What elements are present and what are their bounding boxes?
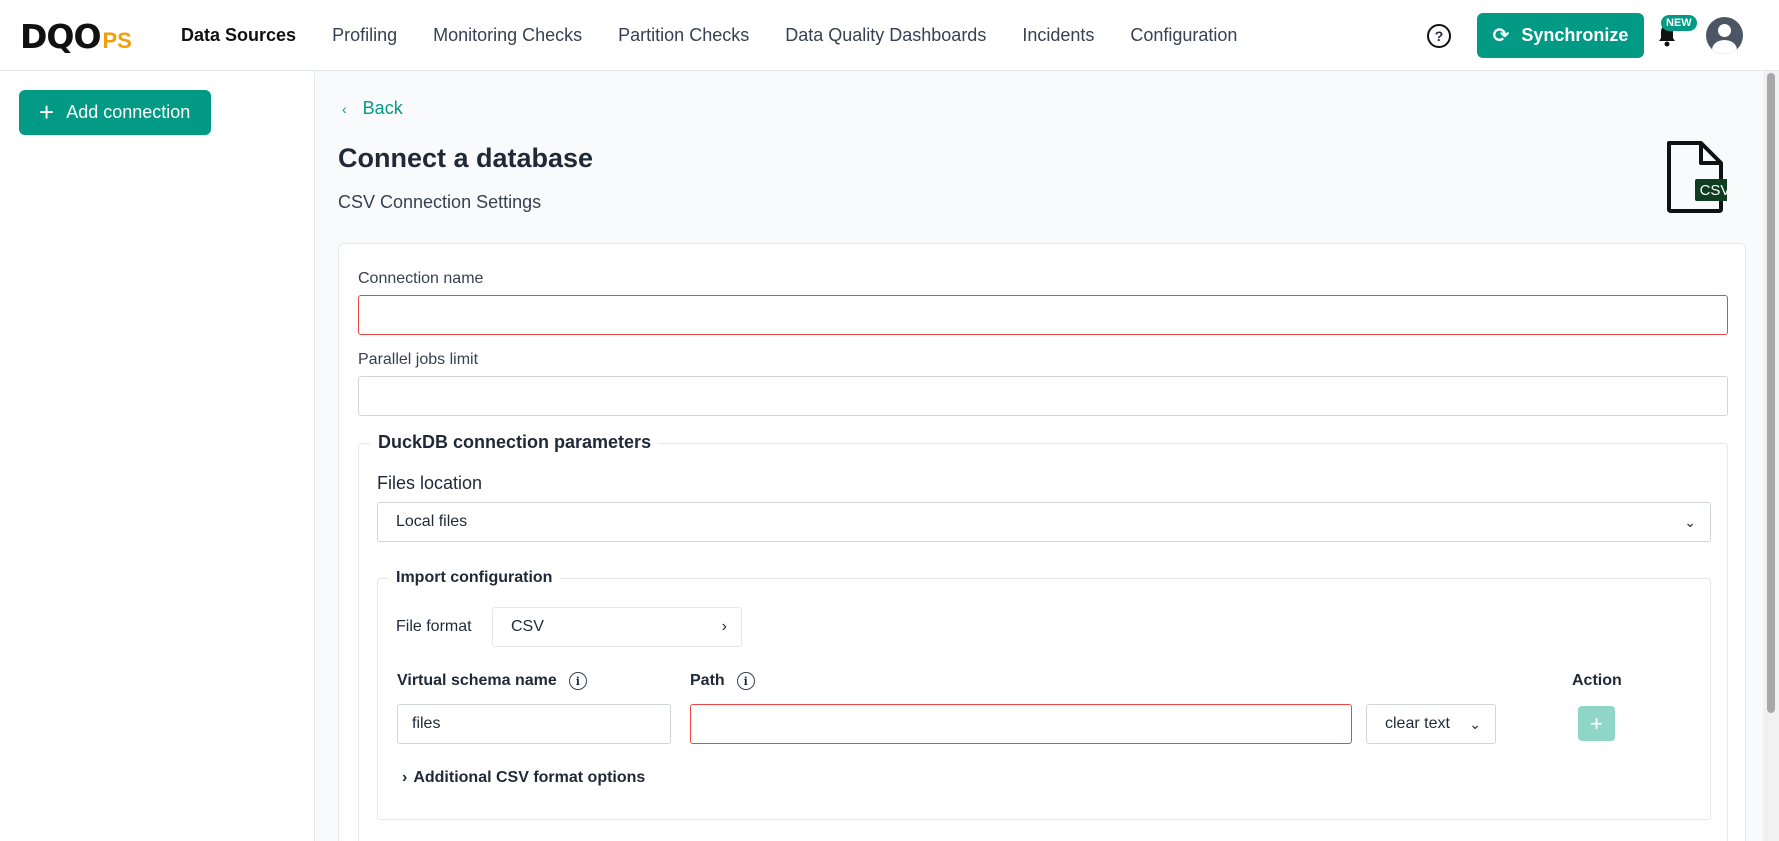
additional-csv-options-label: Additional CSV format options: [413, 769, 646, 786]
duckdb-parameters-fieldset: DuckDB connection parameters Files locat…: [358, 432, 1728, 841]
info-icon[interactable]: i: [736, 672, 755, 690]
chevron-left-icon: ‹: [342, 100, 347, 117]
path-mode-select[interactable]: clear text ⌄: [1366, 704, 1496, 744]
page-title: Connect a database: [338, 143, 594, 173]
additional-csv-options-toggle[interactable]: › Additional CSV format options: [402, 769, 645, 787]
nav-item-profiling[interactable]: Profiling: [332, 25, 397, 46]
parallel-jobs-input[interactable]: [358, 376, 1728, 416]
back-label: Back: [362, 98, 403, 118]
file-format-value: CSV: [511, 618, 544, 635]
csv-file-icon: CSV: [1667, 141, 1727, 213]
chevron-down-icon: ⌄: [1469, 716, 1481, 732]
connection-name-input[interactable]: [358, 295, 1728, 335]
duckdb-parameters-legend: DuckDB connection parameters: [370, 432, 660, 453]
add-connection-label: Add connection: [66, 102, 191, 122]
chevron-right-icon: ›: [721, 618, 727, 635]
avatar[interactable]: [1706, 17, 1743, 54]
synchronize-button[interactable]: ⟳ Synchronize: [1477, 13, 1644, 58]
virtual-schema-name-header: Virtual schema name i: [397, 672, 587, 690]
logo-main-text: DQO: [20, 16, 101, 56]
path-input[interactable]: [690, 704, 1352, 744]
help-icon[interactable]: ?: [1427, 24, 1451, 48]
chevron-right-icon: ›: [402, 769, 408, 786]
nav-item-partition-checks[interactable]: Partition Checks: [618, 25, 749, 46]
action-header: Action: [1572, 672, 1622, 689]
files-location-value: Local files: [396, 513, 468, 530]
file-format-label: File format: [396, 618, 472, 635]
virtual-schema-name-input[interactable]: files: [397, 704, 671, 744]
nav-item-data-quality-dashboards[interactable]: Data Quality Dashboards: [785, 25, 986, 46]
path-mode-value: clear text: [1385, 715, 1450, 732]
nav-item-monitoring-checks[interactable]: Monitoring Checks: [433, 25, 582, 46]
top-navbar: DQO PS Data Sources Profiling Monitoring…: [0, 0, 1779, 71]
files-location-label: Files location: [377, 473, 483, 493]
path-label: Path: [690, 672, 725, 689]
plus-icon: +: [39, 97, 55, 127]
connection-name-label: Connection name: [358, 270, 484, 287]
csv-icon-text: CSV: [1700, 182, 1727, 199]
connection-form-card: Connection name Parallel jobs limit Duck…: [338, 243, 1746, 841]
back-link[interactable]: ‹ Back: [342, 98, 403, 119]
page-subtitle: CSV Connection Settings: [338, 192, 542, 212]
main-nav: Data Sources Profiling Monitoring Checks…: [181, 0, 1273, 71]
file-format-select[interactable]: CSV ›: [492, 607, 742, 647]
files-location-select[interactable]: Local files ⌄: [377, 502, 1711, 542]
virtual-schema-name-label: Virtual schema name: [397, 672, 557, 689]
dqops-logo[interactable]: DQO PS: [20, 16, 132, 56]
scrollbar-thumb[interactable]: [1767, 73, 1775, 713]
nav-item-data-sources[interactable]: Data Sources: [181, 25, 296, 46]
path-header: Path i: [690, 672, 755, 690]
main-content: ‹ Back Connect a database CSV Connection…: [316, 71, 1763, 841]
nav-item-incidents[interactable]: Incidents: [1022, 25, 1094, 46]
info-icon[interactable]: i: [568, 672, 587, 690]
chevron-down-icon: ⌄: [1684, 514, 1696, 530]
import-configuration-legend: Import configuration: [388, 569, 561, 587]
logo-suffix-text: PS: [102, 28, 132, 53]
nav-item-configuration[interactable]: Configuration: [1130, 25, 1237, 46]
new-badge: NEW: [1661, 15, 1697, 31]
import-configuration-fieldset: Import configuration File format CSV › V…: [377, 569, 1711, 820]
add-connection-button[interactable]: + Add connection: [19, 90, 211, 135]
add-path-button[interactable]: +: [1578, 706, 1615, 741]
sync-icon: ⟳: [1492, 25, 1510, 47]
parallel-jobs-label: Parallel jobs limit: [358, 351, 479, 368]
sidebar: + Add connection: [0, 71, 315, 841]
scrollbar[interactable]: [1763, 71, 1779, 841]
synchronize-label: Synchronize: [1521, 25, 1629, 45]
